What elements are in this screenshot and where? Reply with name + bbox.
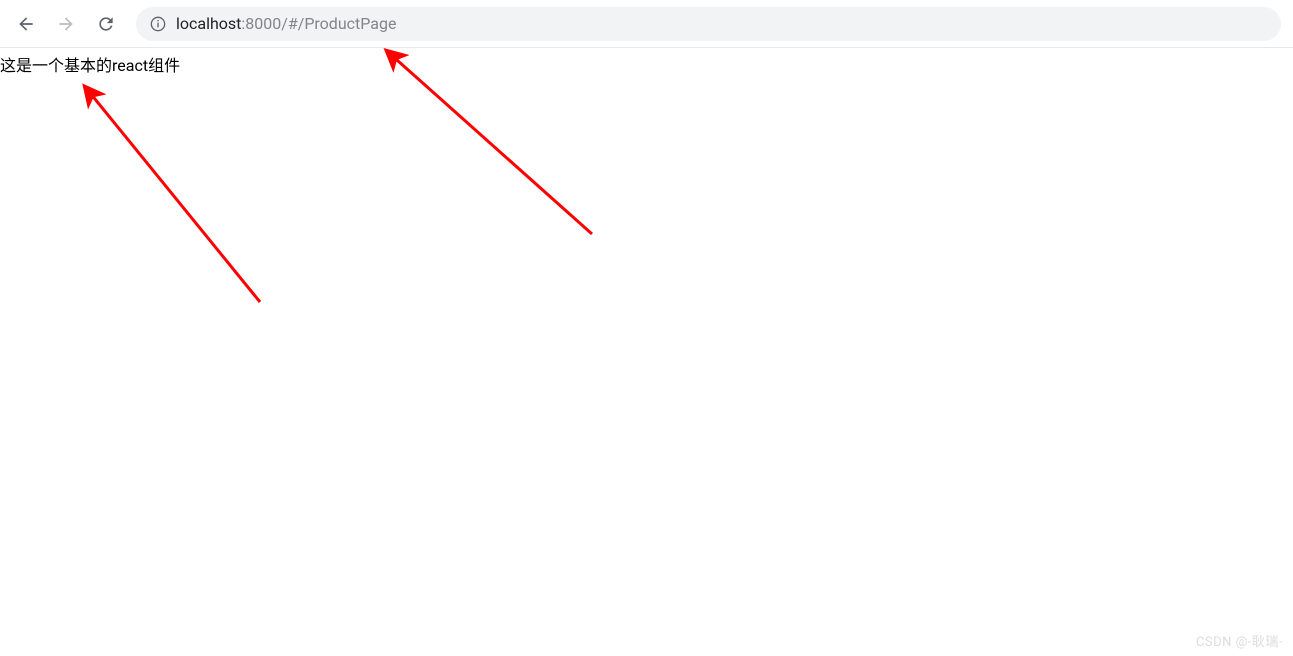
reload-icon	[96, 14, 116, 34]
browser-toolbar: localhost:8000/#/ProductPage	[0, 0, 1293, 48]
reload-button[interactable]	[92, 10, 120, 38]
page-content: 这是一个基本的react组件	[0, 48, 1293, 76]
address-bar[interactable]: localhost:8000/#/ProductPage	[136, 7, 1281, 41]
nav-buttons-group	[12, 10, 120, 38]
url-host: localhost	[176, 14, 241, 33]
annotation-arrow	[86, 88, 260, 302]
forward-button[interactable]	[52, 10, 80, 38]
back-button[interactable]	[12, 10, 40, 38]
watermark-text: CSDN @-耿瑞-	[1196, 631, 1283, 650]
arrow-right-icon	[56, 14, 76, 34]
arrow-left-icon	[16, 14, 36, 34]
url-text: localhost:8000/#/ProductPage	[176, 14, 396, 33]
url-path: :8000/#/ProductPage	[241, 14, 396, 33]
site-info-icon[interactable]	[150, 16, 166, 32]
annotation-arrow	[388, 52, 592, 234]
annotation-overlay	[0, 0, 1293, 656]
page-body-text: 这是一个基本的react组件	[0, 52, 1293, 76]
